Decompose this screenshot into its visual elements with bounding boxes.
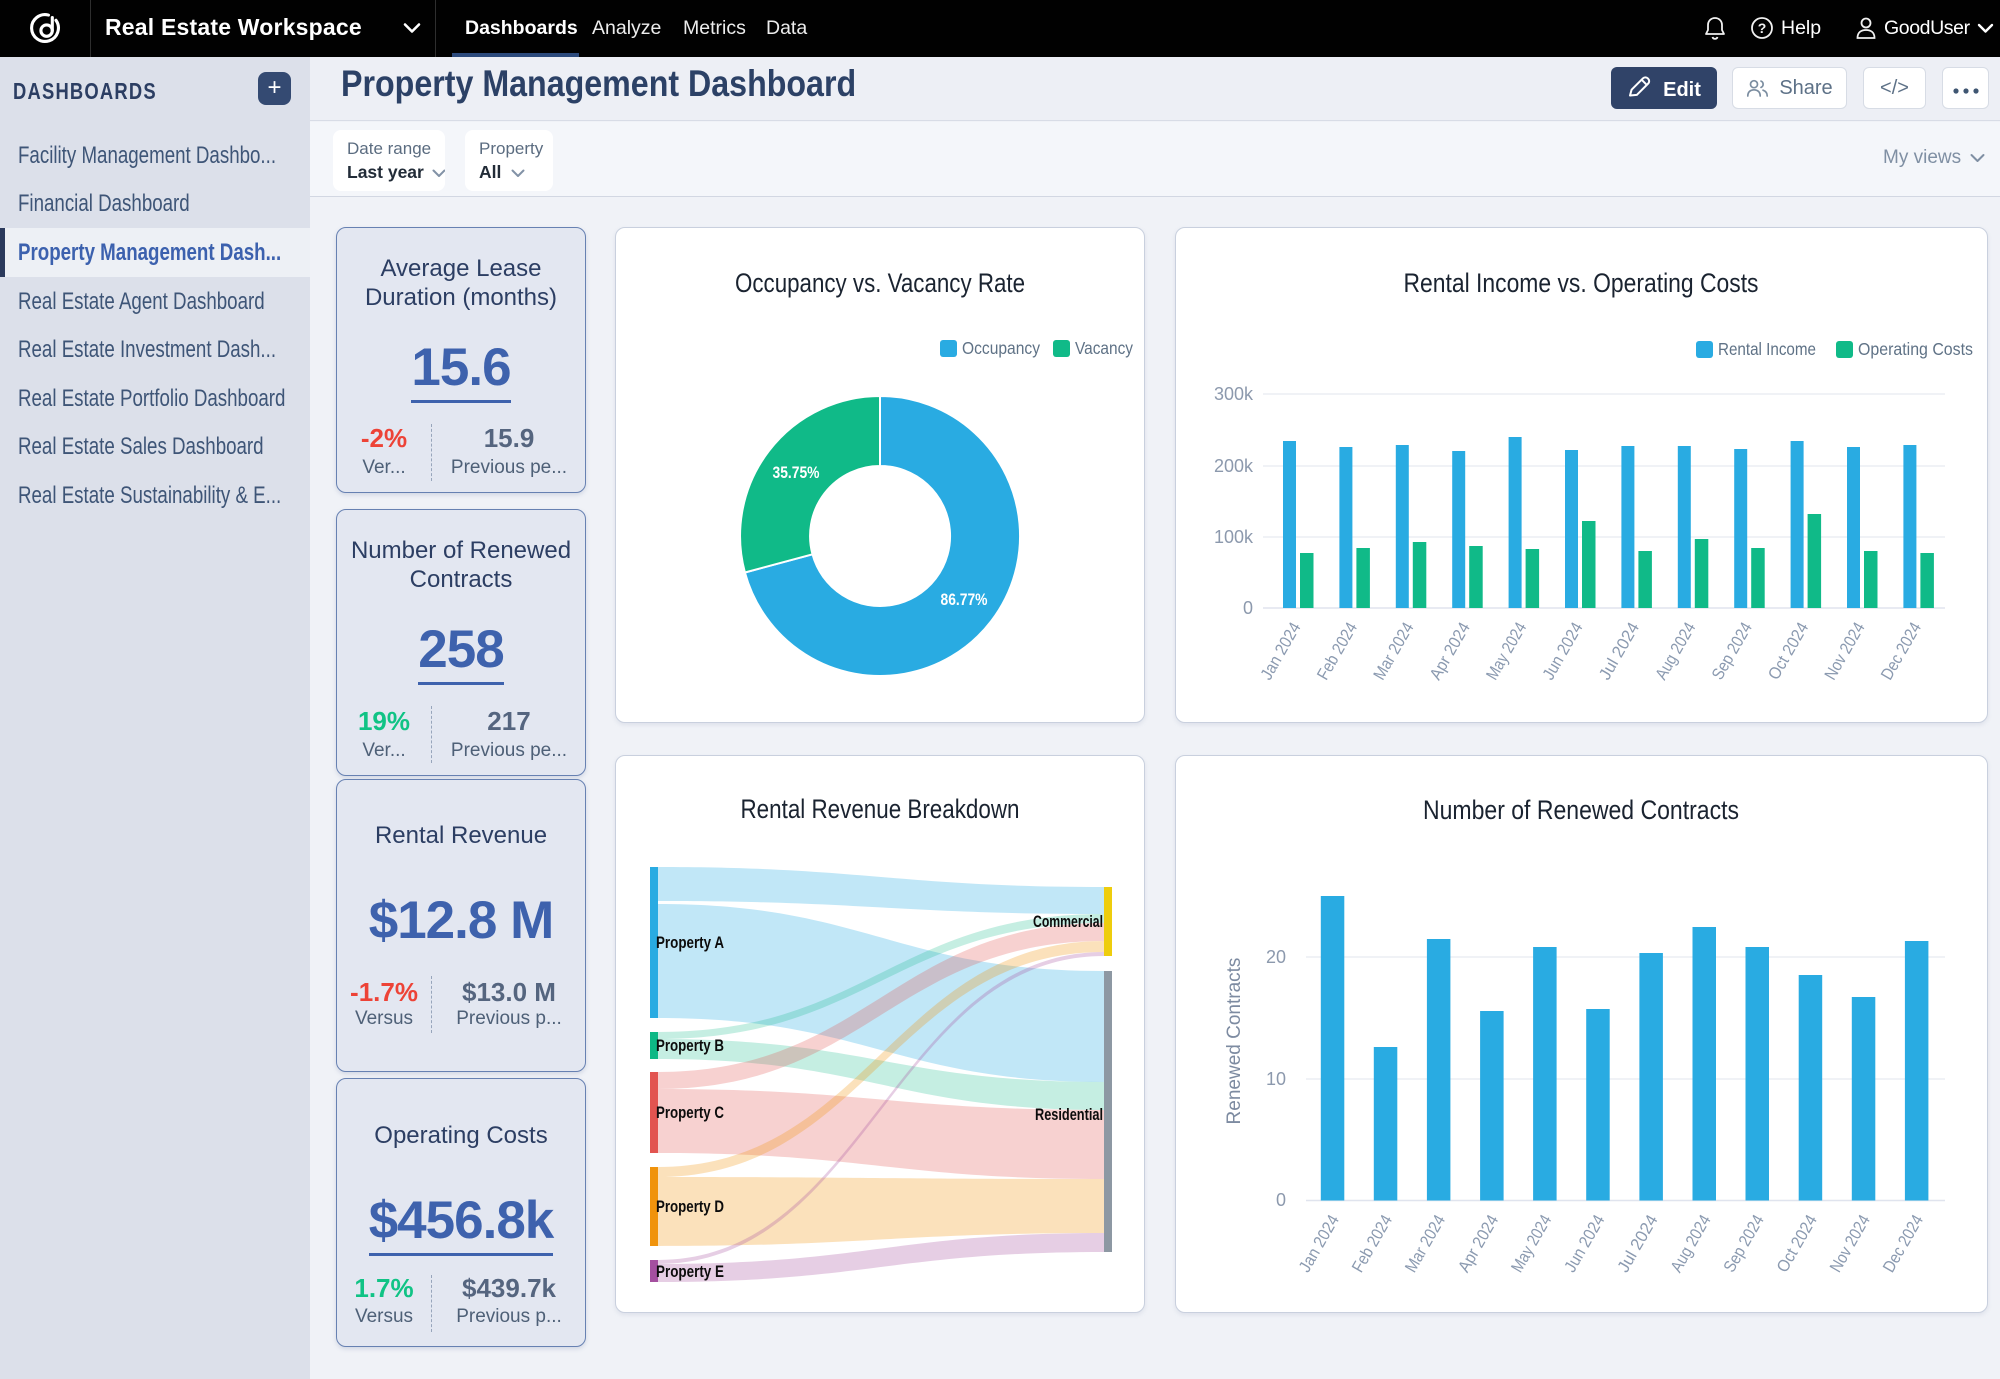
svg-text:0: 0 bbox=[1276, 1190, 1286, 1210]
svg-text:Rental Income vs. Operating Co: Rental Income vs. Operating Costs bbox=[1404, 268, 1759, 298]
svg-text:Sep 2024: Sep 2024 bbox=[1720, 1212, 1768, 1276]
svg-text:Aug 2024: Aug 2024 bbox=[1652, 619, 1700, 683]
svg-text:Commercial: Commercial bbox=[1033, 913, 1103, 931]
svg-text:Vacancy: Vacancy bbox=[1075, 338, 1133, 358]
svg-text:10: 10 bbox=[1266, 1069, 1286, 1089]
svg-text:Sep 2024: Sep 2024 bbox=[1708, 619, 1756, 683]
svg-text:Jun 2024: Jun 2024 bbox=[1539, 619, 1587, 683]
svg-text:Occupancy vs. Vacancy Rate: Occupancy vs. Vacancy Rate bbox=[735, 268, 1025, 298]
svg-text:Residential: Residential bbox=[1035, 1106, 1103, 1124]
svg-text:Apr 2024: Apr 2024 bbox=[1426, 619, 1474, 683]
svg-text:Jan 2024: Jan 2024 bbox=[1295, 1212, 1343, 1276]
svg-text:Mar 2024: Mar 2024 bbox=[1370, 619, 1418, 683]
svg-text:Rental Income: Rental Income bbox=[1718, 339, 1816, 359]
svg-text:Property D: Property D bbox=[656, 1198, 724, 1216]
svg-text:Property B: Property B bbox=[656, 1037, 724, 1055]
svg-text:Jul 2024: Jul 2024 bbox=[1595, 619, 1643, 683]
svg-text:35.75%: 35.75% bbox=[773, 464, 820, 482]
svg-text:Rental Revenue Breakdown: Rental Revenue Breakdown bbox=[741, 794, 1020, 824]
svg-text:200k: 200k bbox=[1214, 456, 1254, 476]
svg-text:Jan 2024: Jan 2024 bbox=[1257, 619, 1305, 683]
svg-text:Jun 2024: Jun 2024 bbox=[1561, 1212, 1609, 1276]
svg-text:Oct 2024: Oct 2024 bbox=[1764, 619, 1812, 683]
svg-text:Nov 2024: Nov 2024 bbox=[1826, 1212, 1874, 1276]
svg-text:Occupancy: Occupancy bbox=[962, 338, 1040, 358]
svg-text:100k: 100k bbox=[1214, 527, 1254, 547]
svg-text:Feb 2024: Feb 2024 bbox=[1313, 619, 1361, 683]
svg-text:Apr 2024: Apr 2024 bbox=[1454, 1212, 1502, 1276]
svg-text:Dec 2024: Dec 2024 bbox=[1877, 619, 1925, 683]
svg-text:May 2024: May 2024 bbox=[1482, 619, 1530, 683]
svg-text:0: 0 bbox=[1243, 598, 1253, 618]
svg-text:Property E: Property E bbox=[656, 1263, 724, 1281]
svg-text:300k: 300k bbox=[1214, 384, 1254, 404]
svg-text:Dec 2024: Dec 2024 bbox=[1879, 1212, 1927, 1276]
svg-text:Nov 2024: Nov 2024 bbox=[1821, 619, 1869, 683]
svg-text:Renewed Contracts: Renewed Contracts bbox=[1224, 958, 1245, 1125]
svg-text:Feb 2024: Feb 2024 bbox=[1348, 1212, 1396, 1276]
svg-text:May 2024: May 2024 bbox=[1507, 1212, 1555, 1276]
svg-text:?: ? bbox=[1758, 20, 1767, 36]
svg-text:Operating Costs: Operating Costs bbox=[1858, 339, 1973, 359]
svg-text:Aug 2024: Aug 2024 bbox=[1667, 1212, 1715, 1276]
svg-text:20: 20 bbox=[1266, 947, 1286, 967]
svg-text:Jul 2024: Jul 2024 bbox=[1614, 1212, 1662, 1276]
svg-text:Number of Renewed Contracts: Number of Renewed Contracts bbox=[1423, 795, 1739, 825]
svg-text:86.77%: 86.77% bbox=[941, 591, 988, 609]
svg-text:Oct 2024: Oct 2024 bbox=[1773, 1212, 1821, 1276]
svg-text:Property A: Property A bbox=[656, 934, 724, 952]
svg-text:Mar 2024: Mar 2024 bbox=[1401, 1212, 1449, 1276]
svg-text:Property C: Property C bbox=[656, 1104, 724, 1122]
